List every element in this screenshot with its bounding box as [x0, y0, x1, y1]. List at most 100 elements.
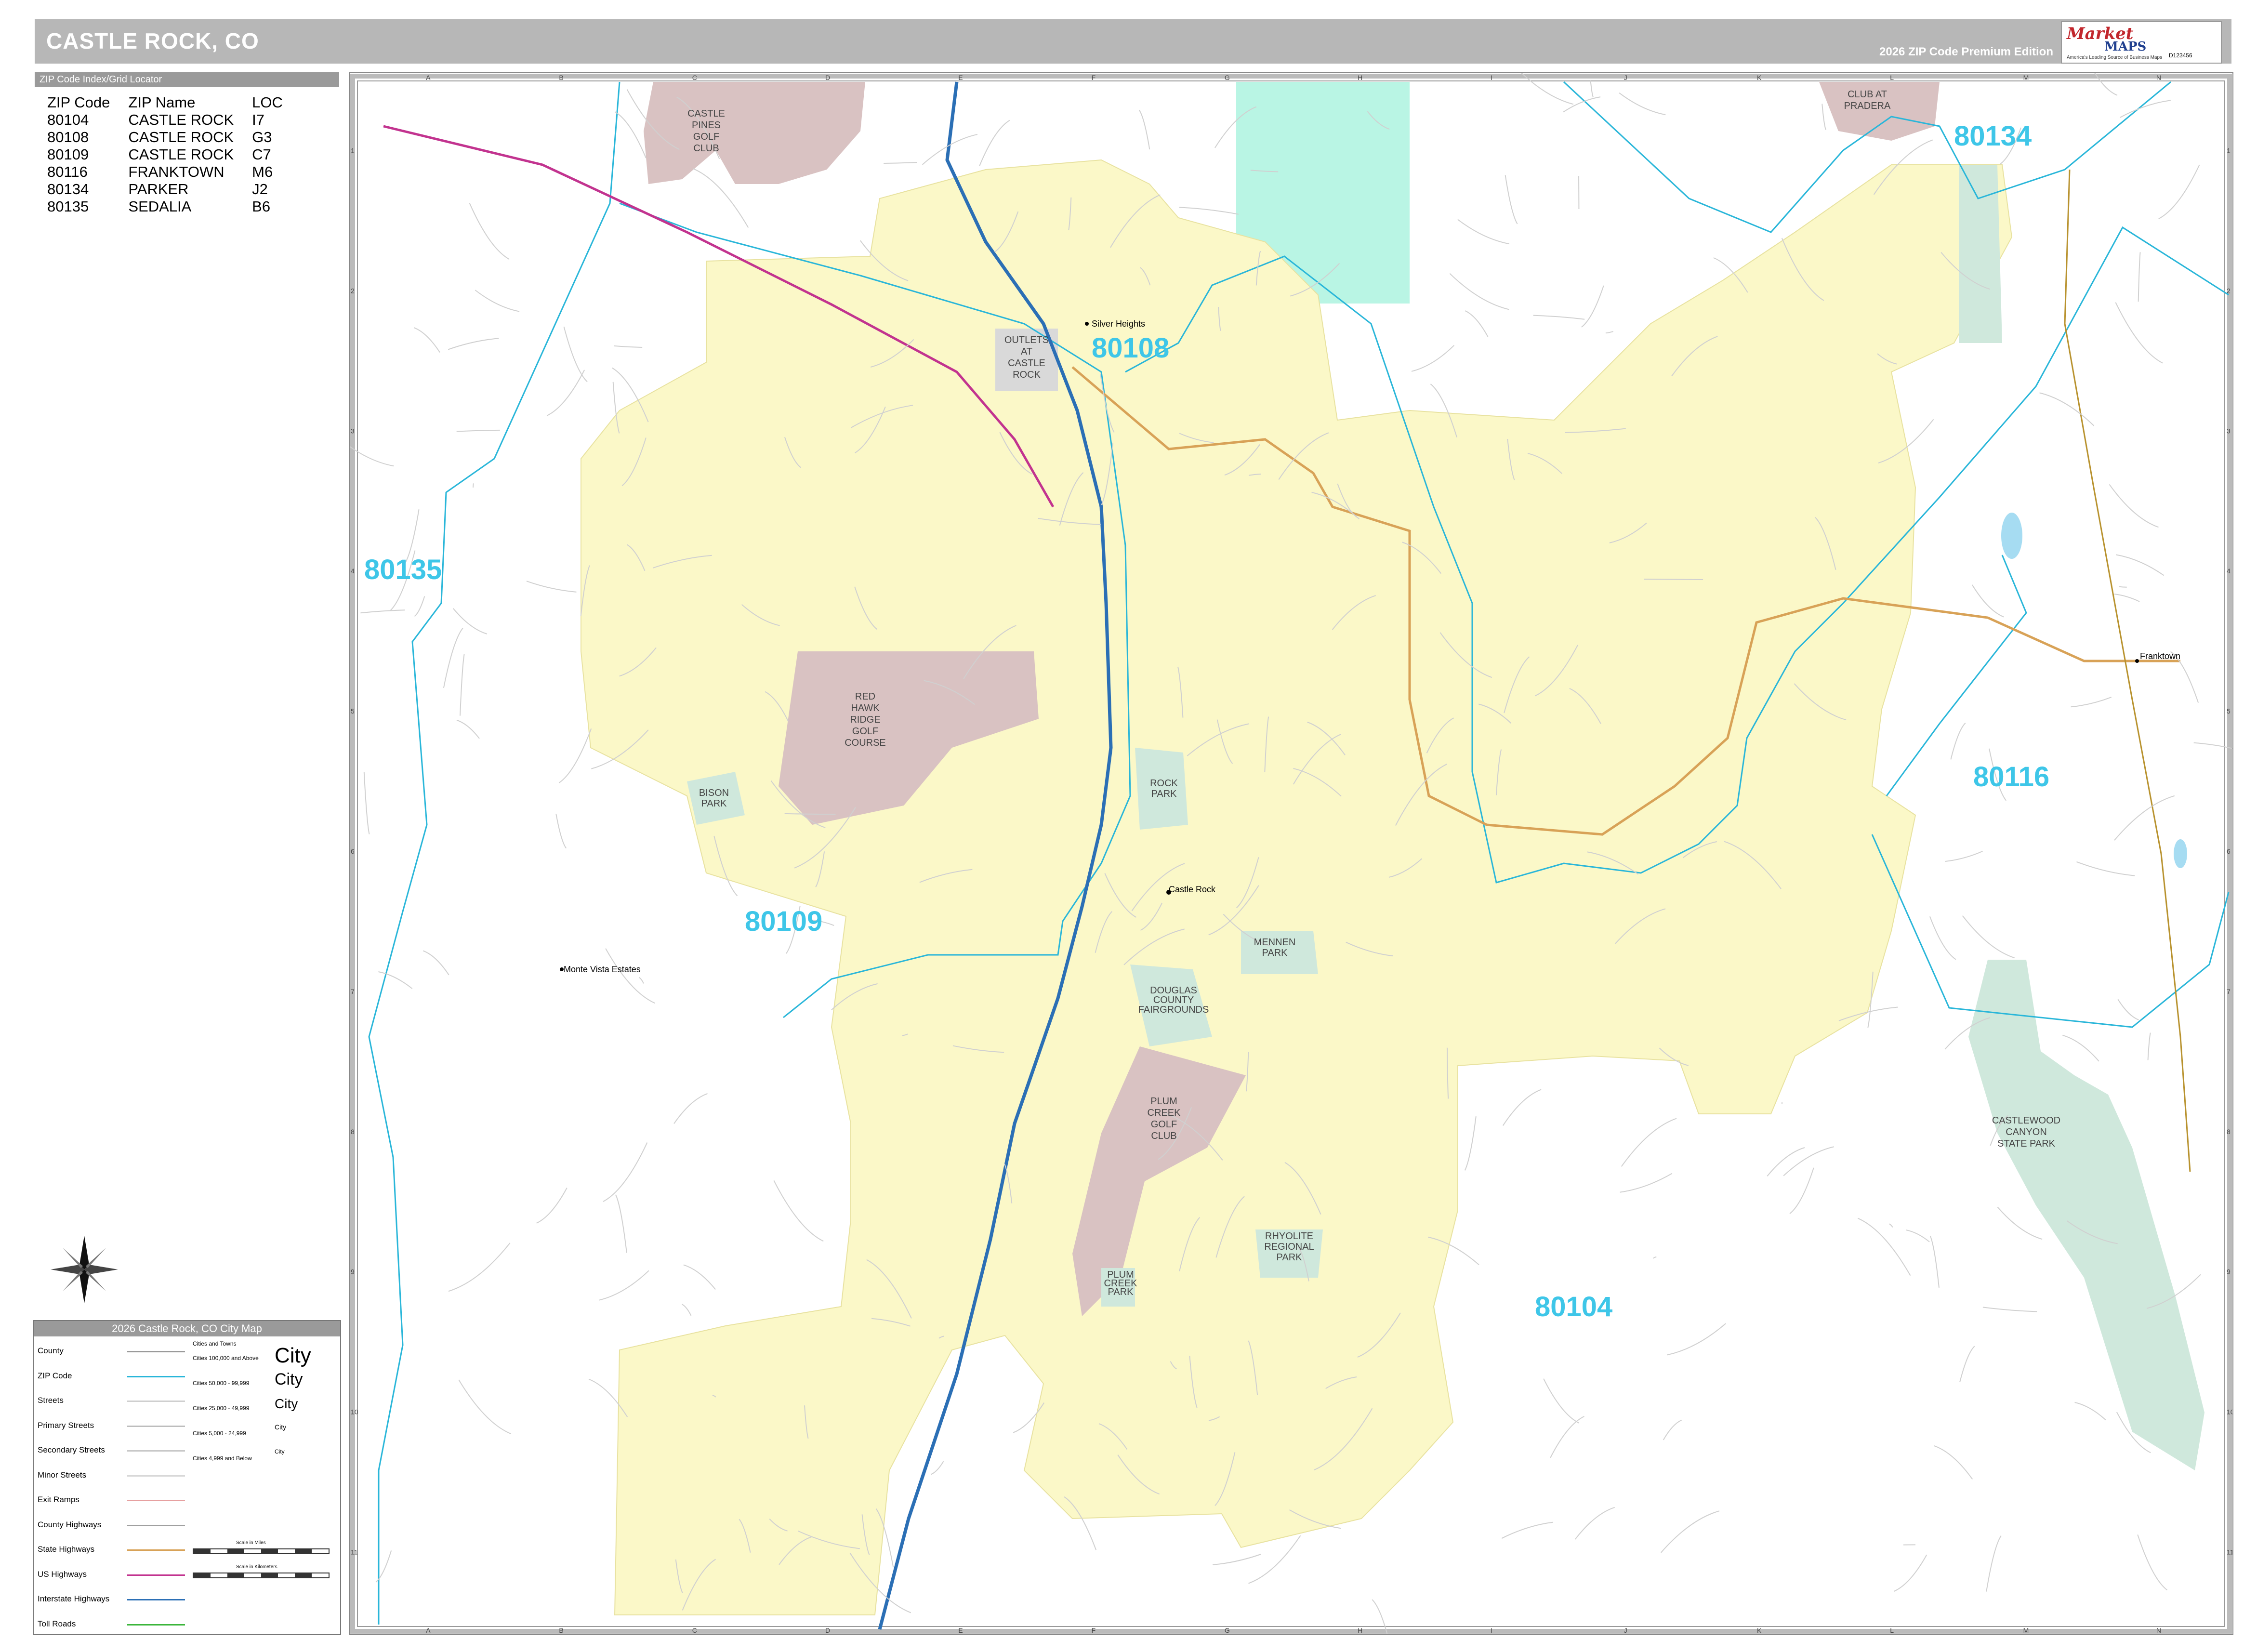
map-frame[interactable]: A B C D E F G H I J K L M N A B C D E F G H I J K L M N 1 2 3 4 5 6 7 8 9 1… — [349, 72, 2233, 1635]
grid-column-label: G — [1225, 74, 1230, 81]
grid-row-label: 3 — [2227, 427, 2231, 435]
grid-row-label: 9 — [351, 1268, 355, 1276]
zip-name-cell: CASTLE ROCK — [128, 146, 234, 163]
col-loc: LOC — [252, 94, 283, 111]
logo-brand-bottom: MAPS — [2104, 40, 2147, 54]
grid-column-label: E — [958, 1626, 963, 1634]
legend-swatch — [127, 1375, 185, 1377]
grid-column-label: F — [1092, 74, 1096, 81]
grid-column-label: E — [958, 74, 963, 81]
zip-cell: 80116 — [47, 163, 88, 180]
grid-column-label: A — [426, 74, 431, 81]
place-monte-vista-estates: Monte Vista Estates — [564, 965, 641, 974]
plum-creek-park-label: PLUM CREEK PARK — [1104, 1269, 1138, 1297]
water-body — [2001, 513, 2022, 559]
logo-code: D123456 — [2169, 52, 2192, 59]
grid-column-label: D — [825, 74, 830, 81]
legend-item-label: Toll Roads — [38, 1619, 76, 1628]
grid-column-label: C — [692, 1626, 697, 1634]
city-size-sample: City — [275, 1343, 311, 1367]
grid-row-label: 9 — [2227, 1268, 2231, 1276]
place-dot — [1085, 322, 1089, 326]
city-size-sample: City — [275, 1423, 287, 1431]
legend-swatch — [127, 1450, 185, 1452]
grid-column-label: B — [559, 74, 563, 81]
edition-label: 2026 ZIP Code Premium Edition — [1879, 45, 2053, 58]
city-size-range: Cities 25,000 - 49,999 — [193, 1405, 250, 1412]
legend-swatch — [127, 1549, 185, 1551]
zip-loc-cell: C7 — [252, 146, 271, 163]
zip-name-cell: FRANKTOWN — [128, 163, 224, 180]
grid-row-label: 2 — [351, 287, 355, 294]
grid-row-label: 2 — [2227, 287, 2231, 294]
legend-swatch — [127, 1599, 185, 1600]
grid-column-label: K — [1757, 74, 1762, 81]
compass-rose-icon — [51, 1236, 118, 1303]
grid-column-label: I — [1491, 74, 1492, 81]
legend-item-label: State Highways — [38, 1545, 95, 1554]
city-size-range: Cities 50,000 - 99,999 — [193, 1380, 250, 1387]
grid-column-label: N — [2156, 1626, 2161, 1634]
zip-loc-cell: B6 — [252, 198, 271, 215]
zip-loc-cell: G3 — [252, 129, 272, 145]
grid-column-label: H — [1358, 1626, 1362, 1634]
street — [1644, 579, 1703, 581]
grid-column-label: H — [1358, 74, 1362, 81]
zip-cell: 80134 — [47, 181, 89, 198]
city-size-sample: City — [275, 1396, 298, 1411]
zip-name-cell: SEDALIA — [128, 198, 192, 215]
map-canvas[interactable]: A B C D E F G H I J K L M N A B C D E F G H I J K L M N 1 2 3 4 5 6 7 8 9 1… — [350, 73, 2232, 1634]
zip-locator-panel: ZIP Code Index/Grid Locator ZIP Code ZIP… — [35, 72, 339, 215]
zip-label-80108: 80108 — [1092, 332, 1169, 364]
grid-column-label: I — [1491, 1626, 1492, 1634]
zip-cell: 80104 — [47, 111, 89, 128]
grid-row-label: 1 — [2227, 146, 2231, 154]
city-size-sample: City — [275, 1370, 303, 1388]
table-row: 80104 CASTLE ROCK I7 — [35, 111, 289, 129]
zip-label-80135: 80135 — [364, 554, 442, 585]
place-franktown: Franktown — [2140, 651, 2180, 661]
grid-row-label: 7 — [351, 988, 355, 995]
zip-cell: 80108 — [47, 129, 89, 145]
grid-row-label: 10 — [2227, 1408, 2232, 1416]
zip-loc-cell: I7 — [252, 111, 265, 128]
title-bar: CASTLE ROCK, CO 2026 ZIP Code Premium Ed… — [35, 19, 2231, 64]
col-zip: ZIP Code — [47, 94, 110, 111]
bison-park-label: BISON PARK — [699, 788, 729, 809]
grid-column-label: M — [2023, 74, 2029, 81]
zip-loc-cell: J2 — [252, 181, 268, 198]
grid-column-label: A — [426, 1626, 431, 1634]
grid-row-label: 11 — [351, 1548, 358, 1556]
table-row: 80108 CASTLE ROCK G3 — [35, 129, 289, 146]
legend-swatch — [127, 1524, 185, 1526]
legend-item-label: US Highways — [38, 1569, 87, 1579]
table-row: 80134 PARKER J2 — [35, 181, 289, 198]
cities-heading: Cities and Towns — [193, 1340, 237, 1347]
legend-heading: 2026 Castle Rock, CO City Map — [34, 1321, 340, 1336]
locator-heading: ZIP Code Index/Grid Locator — [35, 72, 339, 87]
grid-row-label: 11 — [2227, 1548, 2232, 1556]
rock-park-label: ROCK PARK — [1150, 778, 1178, 799]
city-size-range: Cities 100,000 and Above — [193, 1355, 259, 1361]
scale-km-label: Scale in Kilometers — [236, 1564, 277, 1570]
place-dot — [560, 967, 564, 971]
grid-row-label: 4 — [2227, 567, 2231, 575]
grid-column-label: F — [1092, 1626, 1096, 1634]
scale-bar-miles — [193, 1548, 330, 1554]
grid-column-label: D — [825, 1626, 830, 1634]
grid-column-label: K — [1757, 1626, 1762, 1634]
place-silver-heights: Silver Heights — [1092, 319, 1145, 329]
legend-item-label: ZIP Code — [38, 1371, 72, 1380]
zip-name-cell: PARKER — [128, 181, 189, 198]
city-size-sample: City — [275, 1448, 285, 1455]
street — [473, 483, 474, 488]
grid-column-label: G — [1225, 1626, 1230, 1634]
legend-swatch — [127, 1425, 185, 1427]
legend-swatch — [127, 1574, 185, 1576]
grid-column-label: B — [559, 1626, 563, 1634]
grid-row-label: 4 — [351, 567, 355, 575]
grid-column-label: J — [1624, 74, 1627, 81]
zip-label-80116: 80116 — [1973, 761, 2049, 793]
legend-item-label: Minor Streets — [38, 1470, 87, 1480]
grid-column-label: N — [2156, 74, 2161, 81]
